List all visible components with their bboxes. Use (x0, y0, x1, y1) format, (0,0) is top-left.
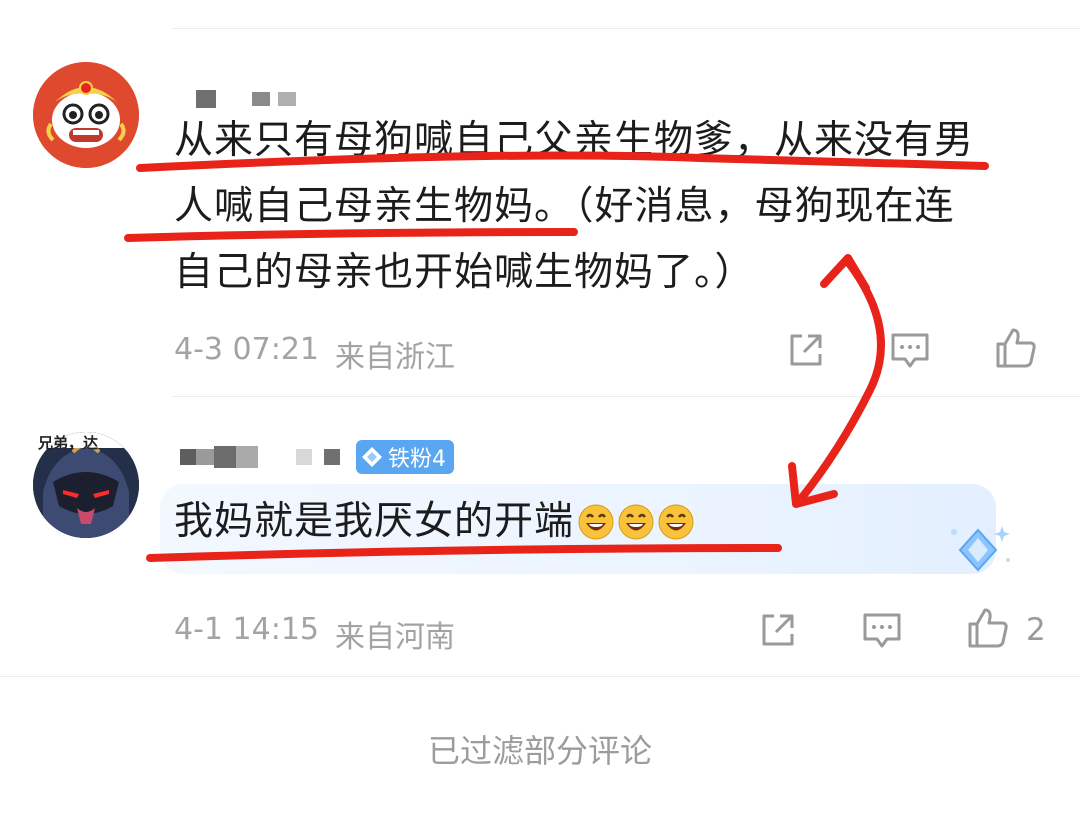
like-icon[interactable] (966, 606, 1010, 650)
username-masked[interactable]: 铁粉4 (180, 440, 454, 474)
lion-dance-icon (33, 62, 139, 168)
filtered-comments-notice: 已过滤部分评论 (427, 732, 652, 770)
comment-meta: 4-3 07:21 来自浙江 (174, 332, 455, 376)
like-icon[interactable] (994, 326, 1038, 370)
comment-text-line: 人喊自己母亲生物妈。（好消息，母狗现在连 (174, 184, 955, 229)
reply-icon[interactable] (860, 608, 904, 652)
pixelated-name (196, 90, 216, 108)
pixelated-name (252, 92, 270, 106)
comment-text: 从来只有母狗喊自己父亲生物爹，从来没有男 人喊自己母亲生物妈。（好消息，母狗现在… (174, 108, 974, 306)
comment-location: 来自河南 (335, 620, 455, 655)
comment-meta: 4-1 14:15 来自河南 (174, 612, 455, 656)
comment-divider (172, 396, 1080, 397)
comment-text-line: 从来只有母狗喊自己父亲生物爹，从来没有男 (174, 118, 975, 163)
fan-level-badge[interactable]: 铁粉4 (356, 440, 454, 474)
top-divider (172, 28, 1080, 29)
comment-text-line: 自己的母亲也开始喊生物妈了。） (174, 250, 755, 295)
pixelated-name (278, 92, 296, 106)
avatar-caption: 兄弟，达 (38, 434, 99, 452)
laughing-emoji-icon (618, 504, 654, 540)
diamond-icon (362, 447, 382, 467)
diamond-decoration-icon (951, 526, 1010, 572)
like-count: 2 (1026, 612, 1046, 648)
share-icon[interactable] (756, 608, 800, 652)
comment-text: 我妈就是我厌女的开端 (174, 490, 694, 554)
comment-location: 来自浙江 (335, 340, 455, 375)
badge-label: 铁粉4 (388, 447, 446, 472)
pixelated-name (236, 446, 258, 468)
comment-text-line: 我妈就是我厌女的开端 (174, 499, 575, 544)
laughing-emoji-icon (658, 504, 694, 540)
pixelated-name (296, 449, 312, 465)
section-divider (0, 676, 1080, 677)
pixelated-name (324, 449, 340, 465)
pixelated-name (196, 449, 214, 465)
avatar[interactable] (33, 62, 139, 168)
share-icon[interactable] (784, 328, 828, 372)
username-masked[interactable] (196, 90, 296, 108)
comment-date: 4-1 14:15 (174, 612, 319, 647)
pixelated-name (214, 446, 236, 468)
comment-list-page: 从来只有母狗喊自己父亲生物爹，从来没有男 人喊自己母亲生物妈。（好消息，母狗现在… (0, 0, 1080, 815)
pixelated-name (180, 449, 196, 465)
reply-icon[interactable] (888, 328, 932, 372)
laughing-emoji-icon (578, 504, 614, 540)
comment-date: 4-3 07:21 (174, 332, 319, 367)
